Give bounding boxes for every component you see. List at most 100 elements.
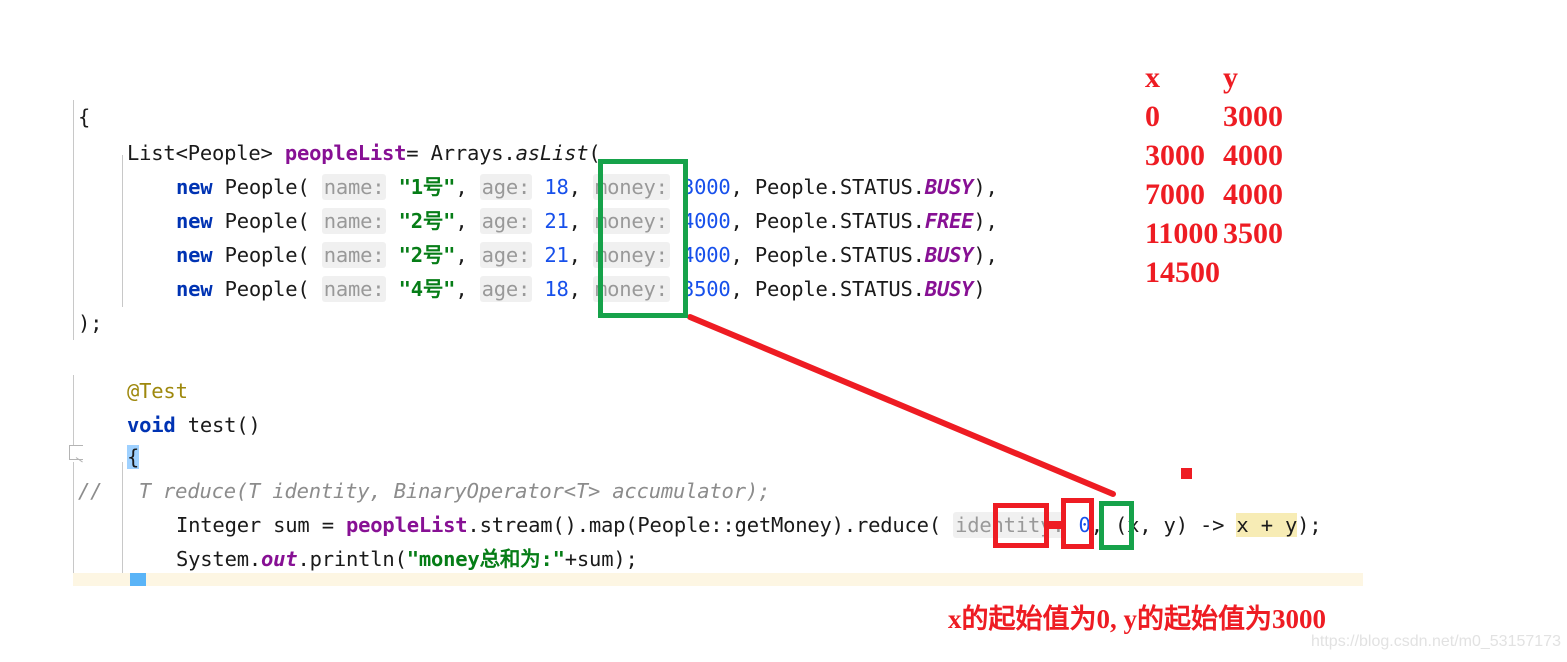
code-token: ),: [973, 209, 998, 233]
code-token: ,: [455, 209, 480, 233]
code-token: .stream().map(People::getMoney).reduce(: [467, 513, 954, 537]
code-line[interactable]: );: [78, 306, 102, 340]
code-line[interactable]: List<People> peopleList= Arrays.asList(: [127, 136, 601, 170]
xy-table-header-row: xy: [1145, 58, 1283, 97]
code-token: 21: [544, 243, 569, 267]
indent-guide: [73, 100, 74, 340]
code-token: @Test: [127, 379, 188, 403]
code-line[interactable]: new People( name: "1号", age: 18, money: …: [176, 170, 998, 204]
xy-cell-x: 14500: [1145, 256, 1220, 289]
code-line[interactable]: @Test: [127, 374, 188, 408]
code-token: new: [176, 175, 213, 199]
code-token: "1号": [398, 175, 456, 199]
code-token: People(: [212, 277, 322, 301]
code-token: 3000: [681, 175, 731, 199]
code-token: , People.STATUS.: [730, 277, 925, 301]
code-line[interactable]: {: [127, 440, 139, 474]
code-token: BUSY: [924, 277, 974, 301]
code-line[interactable]: new People( name: "2号", age: 21, money: …: [176, 204, 998, 238]
code-token: .println(: [297, 547, 407, 571]
code-token: ,: [455, 277, 480, 301]
identity-zero-red-box: [993, 503, 1049, 548]
code-token: List<People>: [127, 141, 285, 165]
indent-guide: [73, 462, 74, 574]
code-line[interactable]: Integer sum = peopleList.stream().map(Pe…: [176, 508, 1322, 542]
code-token: Integer sum =: [176, 513, 346, 537]
xy-header-x: x: [1145, 61, 1160, 94]
code-token: , People.STATUS.: [730, 209, 925, 233]
code-token: name:: [321, 174, 387, 200]
code-token: out: [261, 547, 298, 571]
xy-table-row: 0 3000: [1145, 97, 1283, 136]
code-token: age:: [479, 174, 533, 200]
code-token: age:: [479, 242, 533, 268]
blog-watermark: https://blog.csdn.net/m0_53157173: [1311, 633, 1561, 650]
code-token: 18: [544, 175, 569, 199]
code-token: name:: [321, 242, 387, 268]
indent-guide: [73, 375, 74, 445]
code-token: ,: [568, 243, 593, 267]
xy-cell-x: 7000: [1145, 178, 1205, 211]
lambda-x-red-box: [1061, 498, 1094, 549]
xy-value-table: x y 0 3000 3000 4000 7000 4000 11000 3500 14500: [1145, 58, 1283, 292]
code-token: {: [127, 445, 140, 469]
code-token: "2号": [398, 209, 456, 233]
code-token: );: [1297, 513, 1322, 537]
code-token: peopleList: [284, 141, 407, 165]
code-line[interactable]: System.out.println("money总和为:"+sum);: [176, 542, 638, 576]
code-token: 3500: [681, 277, 731, 301]
code-token: ,: [568, 209, 593, 233]
code-token: T reduce(T identity, BinaryOperator<T> a…: [138, 479, 771, 503]
code-token: new: [176, 277, 213, 301]
code-token: BUSY: [924, 243, 974, 267]
xy-cell-x: 3000: [1145, 139, 1205, 172]
code-token: new: [176, 243, 213, 267]
code-token: 21: [544, 209, 569, 233]
code-token: age:: [479, 276, 533, 302]
code-token: 18: [544, 277, 569, 301]
code-token: 4000: [681, 243, 731, 267]
code-token: FREE: [924, 209, 974, 233]
xy-cell-x: 11000: [1145, 217, 1219, 250]
code-token: = Arrays.: [406, 141, 516, 165]
xy-cell-y: 3000: [1223, 100, 1283, 133]
code-token: ): [973, 277, 986, 301]
xy-header-y: y: [1223, 61, 1238, 94]
code-line[interactable]: new People( name: "2号", age: 21, money: …: [176, 238, 998, 272]
code-token: ,: [455, 243, 480, 267]
code-token: 4000: [681, 209, 731, 233]
xy-cell-y: 4000: [1223, 178, 1283, 211]
code-token: People(: [212, 209, 322, 233]
lambda-y-green-box: [1099, 501, 1134, 550]
code-token: People(: [212, 243, 322, 267]
xy-cell-x: 0: [1145, 100, 1160, 133]
code-token: asList: [515, 141, 589, 165]
matched-brace-caret: [130, 573, 146, 586]
code-token: void: [127, 413, 176, 437]
indent-guide: [122, 155, 123, 307]
money-values-green-box: [598, 159, 688, 318]
code-line[interactable]: void test(): [127, 408, 261, 442]
code-line[interactable]: // T reduce(T identity, BinaryOperator<T…: [78, 474, 770, 508]
code-token: {: [78, 105, 91, 129]
code-token: , People.STATUS.: [730, 243, 925, 267]
code-token: //: [78, 479, 103, 503]
code-line[interactable]: new People( name: "4号", age: 18, money: …: [176, 272, 986, 306]
code-token: ,: [568, 175, 593, 199]
code-line[interactable]: {: [78, 100, 90, 134]
code-fold-marker[interactable]: [69, 445, 83, 460]
code-token: ,: [455, 175, 480, 199]
code-token: "4号": [398, 277, 456, 301]
xy-cell-y: 3500: [1223, 217, 1283, 250]
xy-table-row: 14500: [1145, 253, 1283, 292]
code-token: test(): [175, 413, 261, 437]
code-token: peopleList: [346, 513, 468, 537]
